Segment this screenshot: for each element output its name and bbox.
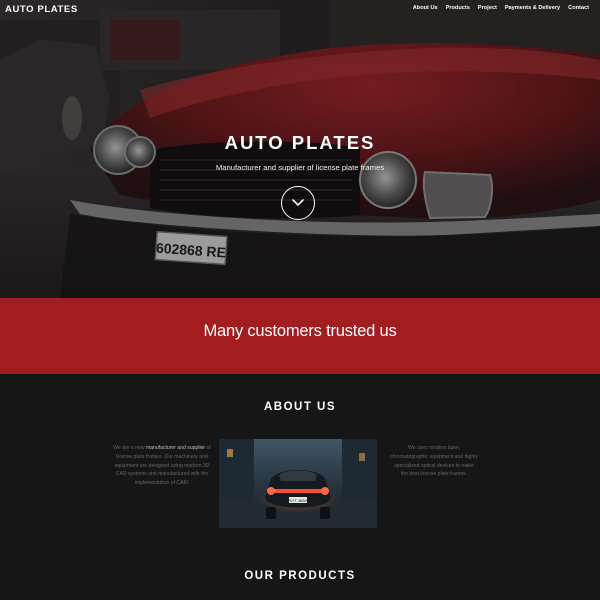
hero-title: AUTO PLATES bbox=[224, 132, 376, 153]
trust-banner-text: Many customers trusted us bbox=[203, 321, 397, 340]
trust-banner: Many customers trusted us bbox=[0, 298, 600, 374]
about-image-plate: SYT 4680 bbox=[289, 498, 307, 503]
about-title: ABOUT US bbox=[263, 401, 337, 413]
nav-item-products[interactable]: Products bbox=[446, 5, 470, 11]
nav-item-project[interactable]: Project bbox=[478, 5, 497, 11]
about-car-image: SYT 4680 bbox=[219, 439, 377, 528]
brand-logo-text[interactable]: AUTO PLATES bbox=[5, 4, 78, 15]
products-title: OUR PRODUCTS bbox=[244, 570, 356, 582]
nav-item-about-us[interactable]: About Us bbox=[413, 5, 438, 11]
scroll-down-button[interactable] bbox=[281, 186, 315, 220]
about-left-text: We are a new manufacturer and supplier o… bbox=[112, 444, 212, 488]
nav-menu: About Us Products Project Payments & Del… bbox=[413, 5, 589, 11]
about-right-text: We uses modern laser, chromatographic eq… bbox=[390, 445, 478, 478]
top-navigation: AUTO PLATES About Us Products Project Pa… bbox=[0, 0, 600, 18]
nav-item-contact[interactable]: Contact bbox=[568, 5, 589, 11]
hero-subtitle: Manufacturer and supplier of license pla… bbox=[215, 163, 385, 172]
about-car-illustration: SYT 4680 bbox=[219, 439, 377, 528]
about-section: ABOUT US We are a new manufacturer and s… bbox=[0, 374, 600, 600]
about-left-rest: of license plate frames. Our machinery a… bbox=[114, 445, 211, 487]
chevron-down-icon bbox=[292, 199, 304, 206]
about-left-pre: We are a new bbox=[113, 445, 146, 451]
hero-section: 602868 RE AUTO PLATES Manufacturer and s… bbox=[0, 0, 600, 298]
nav-item-payments-delivery[interactable]: Payments & Delivery bbox=[505, 5, 560, 11]
about-left-highlight: manufacturer and supplier bbox=[145, 445, 206, 451]
